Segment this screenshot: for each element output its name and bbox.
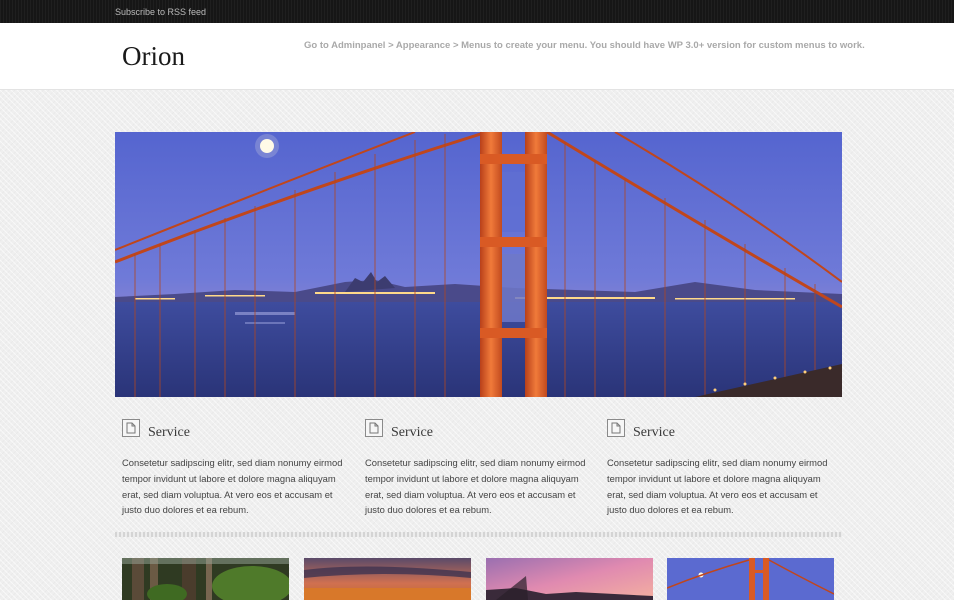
section-divider: [115, 532, 842, 537]
thumbnail-forest[interactable]: [122, 558, 289, 600]
service-title: Service: [391, 425, 433, 440]
thumbnail-sunset-field[interactable]: [304, 558, 471, 600]
document-icon: [365, 419, 383, 437]
service-title: Service: [148, 425, 190, 440]
thumbnail-pink-sky[interactable]: [486, 558, 653, 600]
document-icon: [122, 419, 140, 437]
rss-feed-link[interactable]: Subscribe to RSS feed: [115, 7, 206, 17]
document-icon: [607, 419, 625, 437]
service-description: Consetetur sadipscing elitr, sed diam no…: [122, 457, 343, 516]
menu-notice: Go to Adminpanel > Appearance > Menus to…: [304, 40, 865, 51]
thumbnail-bridge[interactable]: [667, 558, 834, 600]
service-title: Service: [633, 425, 675, 440]
top-bar: Subscribe to RSS feed: [0, 0, 954, 23]
site-title[interactable]: Orion: [122, 41, 185, 72]
hero-image: [115, 132, 842, 397]
service-description: Consetetur sadipscing elitr, sed diam no…: [607, 457, 828, 516]
site-header: Orion Go to Adminpanel > Appearance > Me…: [0, 23, 954, 90]
service-description: Consetetur sadipscing elitr, sed diam no…: [365, 457, 586, 516]
